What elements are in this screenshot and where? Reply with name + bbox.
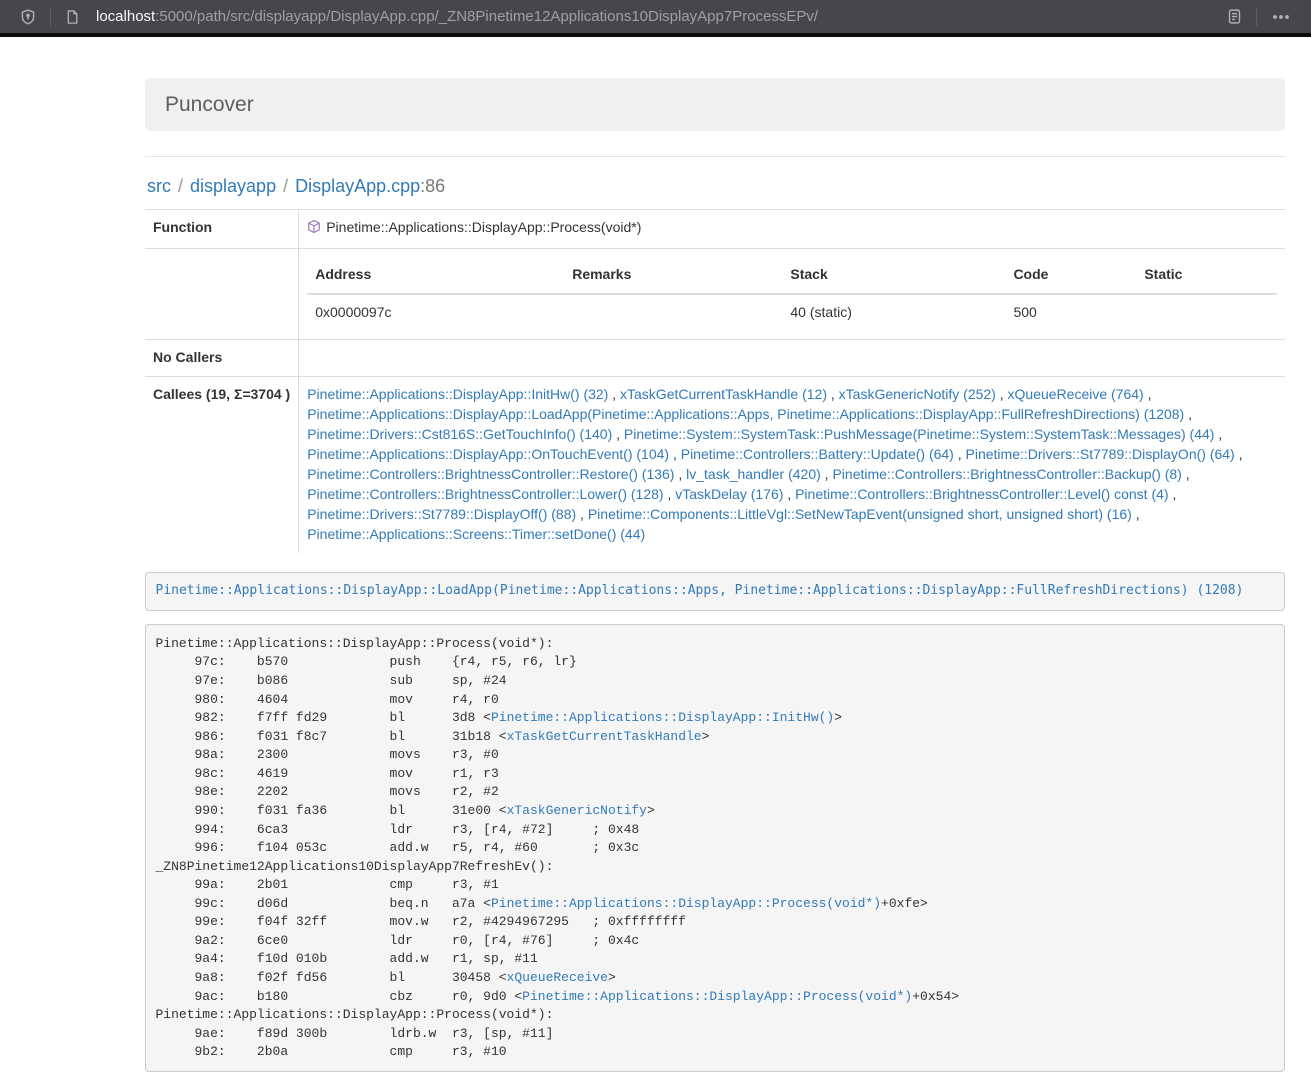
callee-link[interactable]: lv_task_handler (420) [686,466,821,482]
stats-value-remarks [564,294,782,331]
callee-link[interactable]: Pinetime::Applications::Screens::Timer::… [307,526,645,542]
url-host: localhost [96,8,155,25]
function-name: Pinetime::Applications::DisplayApp::Proc… [326,219,641,235]
asm-symbol-link[interactable]: Pinetime::Applications::DisplayApp::Init… [491,710,834,725]
breadcrumb-link-displayapp[interactable]: displayapp [190,176,276,196]
function-label: Function [145,210,299,249]
page-container: Puncover src / displayapp / DisplayApp.cpp:8… [145,78,1285,1072]
stats-table: Address Remarks Stack Code Static 0x0000… [307,257,1277,331]
stats-row-label [145,248,299,339]
stats-cell: Address Remarks Stack Code Static 0x0000… [299,248,1285,339]
stats-value-row: 0x0000097c 40 (static) 500 [307,294,1277,331]
callees-list: Pinetime::Applications::DisplayApp::Init… [299,376,1285,552]
stats-header-remarks: Remarks [564,257,782,294]
loadapp-link[interactable]: Pinetime::Applications::DisplayApp::Load… [156,583,1244,598]
stats-value-static [1136,294,1277,331]
callee-link[interactable]: Pinetime::Applications::DisplayApp::OnTo… [307,446,669,462]
callee-link[interactable]: xTaskGetCurrentTaskHandle (12) [620,386,827,402]
divider [145,156,1285,157]
asm-symbol-link[interactable]: xQueueReceive [507,970,608,985]
breadcrumb-line-number: :86 [420,176,445,196]
callee-link[interactable]: Pinetime::Drivers::Cst816S::GetTouchInfo… [307,426,612,442]
stats-value-code: 500 [1005,294,1136,331]
callee-link[interactable]: Pinetime::Controllers::BrightnessControl… [832,466,1181,482]
stats-header-stack: Stack [782,257,1005,294]
page-title: Puncover [165,93,254,116]
asm-symbol-link[interactable]: Pinetime::Applications::DisplayApp::Proc… [522,989,912,1004]
breadcrumb-separator: / [283,176,288,196]
asm-symbol-link[interactable]: xTaskGenericNotify [507,803,647,818]
table-row-no-callers: No Callers [145,339,1285,376]
toolbar-separator [50,8,51,26]
stats-header-address: Address [307,257,564,294]
callee-link[interactable]: xQueueReceive (764) [1008,386,1144,402]
browser-toolbar: localhost:5000/path/src/displayapp/Displ… [0,0,1311,33]
callee-link[interactable]: Pinetime::Applications::DisplayApp::Init… [307,386,608,402]
table-row-callees: Callees (19, Σ=3704 ) Pinetime::Applicat… [145,376,1285,552]
callees-label: Callees (19, Σ=3704 ) [145,376,299,552]
toolbar-right [1219,0,1299,33]
breadcrumb: src / displayapp / DisplayApp.cpp:86 [147,176,1285,197]
no-callers-cell [299,339,1285,376]
toolbar-separator [1256,8,1257,26]
callee-link[interactable]: Pinetime::Drivers::St7789::DisplayOff() … [307,506,576,522]
app-header: Puncover [145,78,1285,131]
asm-symbol-link[interactable]: Pinetime::Applications::DisplayApp::Proc… [491,896,881,911]
callee-link[interactable]: Pinetime::Controllers::Battery::Update()… [681,446,954,462]
menu-dots-icon[interactable] [1263,0,1299,33]
callee-link[interactable]: Pinetime::Drivers::St7789::DisplayOn() (… [966,446,1235,462]
breadcrumb-link-src[interactable]: src [147,176,171,196]
loadapp-box: Pinetime::Applications::DisplayApp::Load… [145,572,1285,612]
callee-link[interactable]: Pinetime::Controllers::BrightnessControl… [307,466,674,482]
reader-mode-icon[interactable] [1219,0,1250,33]
function-name-cell: Pinetime::Applications::DisplayApp::Proc… [299,210,1285,249]
page-icon [57,0,88,33]
callee-link[interactable]: Pinetime::Components::LittleVgl::SetNewT… [588,506,1132,522]
toolbar-left: localhost:5000/path/src/displayapp/Displ… [12,0,818,33]
stats-header-static: Static [1136,257,1277,294]
callee-link[interactable]: Pinetime::Applications::DisplayApp::Load… [307,406,1184,422]
table-row-function: Function Pinetime::Applications::Display… [145,210,1285,249]
cube-icon [307,219,321,240]
callee-link[interactable]: Pinetime::System::SystemTask::PushMessag… [624,426,1215,442]
assembly-code: Pinetime::Applications::DisplayApp::Proc… [156,636,960,1059]
table-row-stats: Address Remarks Stack Code Static 0x0000… [145,248,1285,339]
breadcrumb-separator: / [178,176,183,196]
toolbar-bottom-border [0,33,1311,37]
no-callers-label: No Callers [145,339,299,376]
breadcrumb-link-file[interactable]: DisplayApp.cpp [295,176,420,196]
function-info-table: Function Pinetime::Applications::Display… [145,209,1285,553]
stats-value-address: 0x0000097c [307,294,564,331]
url-path: :5000/path/src/displayapp/DisplayApp.cpp… [155,8,818,25]
callee-link[interactable]: Pinetime::Controllers::BrightnessControl… [795,486,1168,502]
callee-link[interactable]: xTaskGenericNotify (252) [839,386,996,402]
stats-value-stack: 40 (static) [782,294,1005,331]
stats-header-code: Code [1005,257,1136,294]
asm-symbol-link[interactable]: xTaskGetCurrentTaskHandle [507,729,702,744]
url-bar[interactable]: localhost:5000/path/src/displayapp/Displ… [96,8,818,25]
assembly-block: Pinetime::Applications::DisplayApp::Proc… [145,624,1285,1072]
callee-link[interactable]: vTaskDelay (176) [675,486,783,502]
callee-link[interactable]: Pinetime::Controllers::BrightnessControl… [307,486,663,502]
shield-icon[interactable] [12,0,44,33]
stats-header-row: Address Remarks Stack Code Static [307,257,1277,294]
